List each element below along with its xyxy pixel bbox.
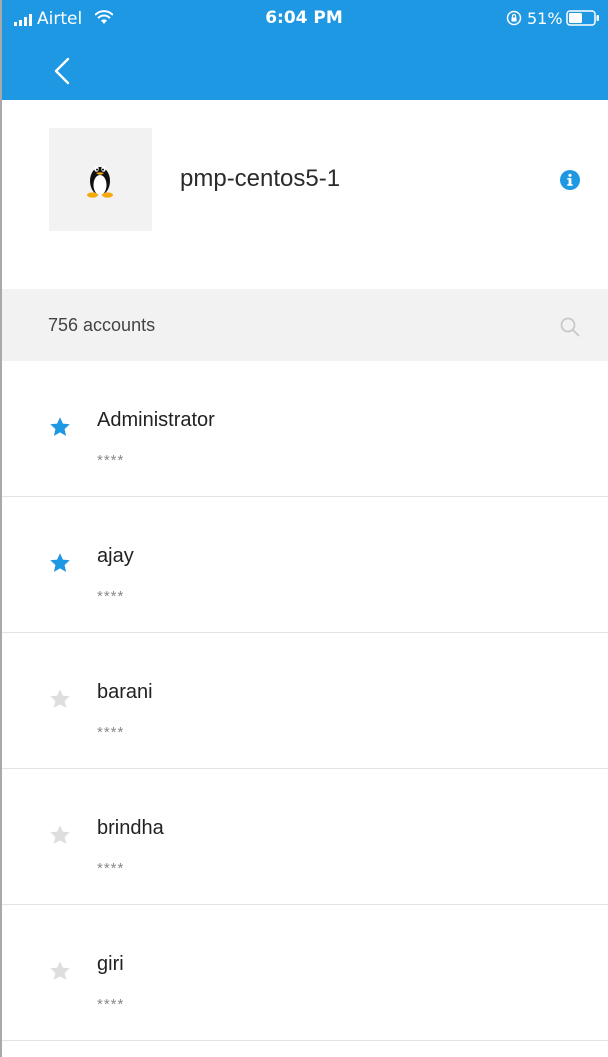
account-row[interactable]: barani **** [0,633,608,769]
battery-percent: 51% [527,9,563,28]
linux-tux-icon [87,166,113,198]
account-name: Administrator [97,409,215,431]
star-icon[interactable] [48,551,72,575]
account-password: **** [97,860,125,877]
account-name: barani [97,681,153,703]
accounts-count: 756 accounts [48,315,156,335]
info-icon[interactable] [559,169,581,191]
account-password: **** [97,588,125,605]
accounts-header: 756 accounts [0,289,608,361]
account-row[interactable]: giri **** [0,905,608,1041]
account-row[interactable]: ajay **** [0,497,608,633]
device-name: pmp-centos5-1 [180,165,341,192]
device-icon-box [49,128,152,231]
account-name: ajay [97,545,134,567]
battery-icon [566,10,599,26]
search-icon[interactable] [558,315,582,339]
screen-edge [0,0,2,1057]
star-icon[interactable] [48,823,72,847]
account-name: giri [97,953,124,975]
star-icon[interactable] [48,959,72,983]
orientation-lock-icon [506,10,522,26]
account-list: Administrator **** ajay **** barani ****… [0,361,608,1041]
account-row[interactable]: brindha **** [0,769,608,905]
star-icon[interactable] [48,415,72,439]
device-header: pmp-centos5-1 [0,100,608,289]
star-icon[interactable] [48,687,72,711]
account-password: **** [97,724,125,741]
app-screen: Airtel 6:04 PM 51% pmp-centos5-1 756 acc… [0,0,608,1057]
back-button[interactable] [46,52,78,90]
account-password: **** [97,996,125,1013]
account-password: **** [97,452,125,469]
status-bar: Airtel 6:04 PM 51% [0,0,608,38]
account-name: brindha [97,817,164,839]
account-row[interactable]: Administrator **** [0,361,608,497]
app-header: Airtel 6:04 PM 51% [0,0,608,100]
